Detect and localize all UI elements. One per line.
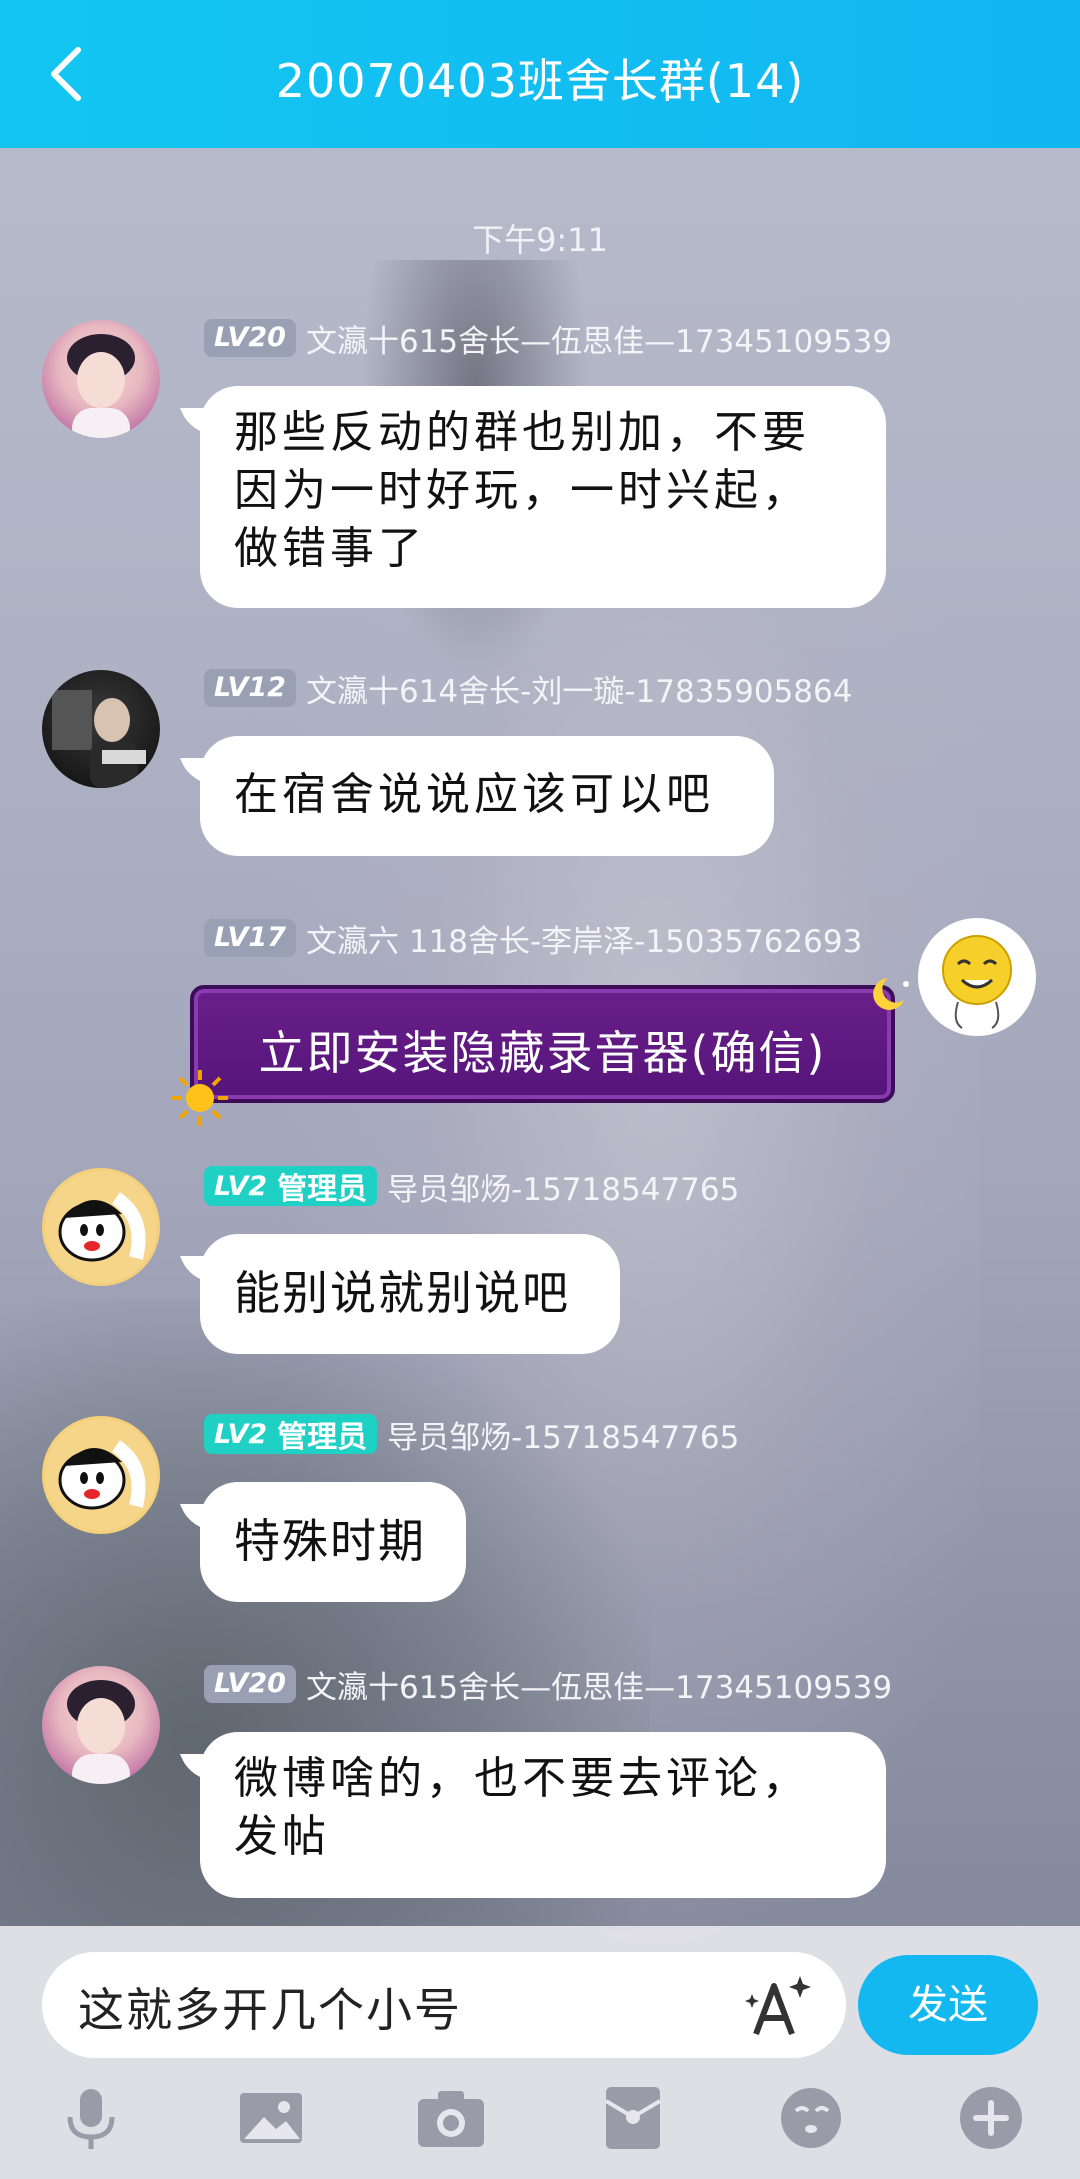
sender-name[interactable]: 文瀛六 118舍长-李岸泽-15035762693: [306, 916, 862, 961]
avatar[interactable]: [918, 918, 1036, 1036]
top-bar: 20070403班舍长群(14): [0, 0, 1080, 148]
message-bubble-special[interactable]: 立即安装隐藏录音器(确信): [190, 985, 895, 1103]
message-meta: LV20 文瀛十615舍长—伍思佳—17345109539: [204, 316, 892, 361]
message-bubble[interactable]: 在宿舍说说应该可以吧: [200, 736, 774, 856]
sender-name[interactable]: 导员邹炀-15718547765: [387, 1412, 739, 1457]
level-badge: LV17: [204, 919, 296, 957]
message-line: 在宿舍说说应该可以吧: [234, 769, 714, 820]
sender-name[interactable]: 文瀛十615舍长—伍思佳—17345109539: [306, 316, 892, 361]
message-meta: LV17 文瀛六 118舍长-李岸泽-15035762693: [204, 916, 862, 961]
avatar[interactable]: [42, 320, 160, 438]
message-input-text[interactable]: 这就多开几个小号: [78, 1974, 462, 2040]
message-timestamp: 下午9:11: [472, 221, 608, 259]
message-text: 能别说就别说吧: [234, 1266, 570, 1320]
font-style-icon[interactable]: [744, 1972, 814, 2042]
message-line: 微博啥的，也不要去评论，: [234, 1753, 810, 1804]
level-badge: LV20: [204, 319, 296, 357]
message-text: 立即安装隐藏录音器(确信): [258, 1026, 827, 1080]
level-badge: LV20: [204, 1665, 296, 1703]
message-bubble[interactable]: 特殊时期: [200, 1482, 466, 1602]
avatar[interactable]: [42, 1168, 160, 1286]
sender-name[interactable]: 导员邹炀-15718547765: [387, 1164, 739, 1209]
message-meta: LV12 文瀛十614舍长-刘一璇-17835905864: [204, 666, 853, 711]
message-meta: LV2 管理员 导员邹炀-15718547765: [204, 1412, 739, 1457]
avatar[interactable]: [42, 1416, 160, 1534]
avatar[interactable]: [42, 1666, 160, 1784]
sender-name[interactable]: 文瀛十614舍长-刘一璇-17835905864: [306, 666, 853, 711]
camera-icon[interactable]: [416, 2083, 486, 2153]
red-packet-icon[interactable]: [598, 2083, 668, 2153]
role-label: 管理员: [277, 1172, 368, 1207]
moon-icon: [873, 978, 909, 1010]
message-line: 做错事了: [234, 523, 426, 574]
message-meta: LV20 文瀛十615舍长—伍思佳—17345109539: [204, 1662, 892, 1707]
level-badge: LV2: [214, 1170, 268, 1202]
message-bubble[interactable]: 能别说就别说吧: [200, 1234, 620, 1354]
message-bubble[interactable]: 微博啥的，也不要去评论， 发帖: [200, 1732, 886, 1898]
message-line: 那些反动的群也别加，不要: [234, 407, 810, 458]
level-badge: LV12: [204, 669, 296, 707]
role-label: 管理员: [277, 1420, 368, 1455]
group-title[interactable]: 20070403班舍长群(14): [0, 45, 1080, 111]
message-bubble[interactable]: 那些反动的群也别加，不要 因为一时好玩，一时兴起， 做错事了: [200, 386, 886, 608]
sender-name[interactable]: 文瀛十615舍长—伍思佳—17345109539: [306, 1662, 892, 1707]
send-button[interactable]: 发送: [858, 1955, 1038, 2055]
sun-icon: [172, 1070, 228, 1126]
level-badge: LV2: [214, 1418, 268, 1450]
admin-badge: LV2 管理员: [204, 1166, 378, 1207]
message-line: 发帖: [234, 1811, 330, 1862]
admin-badge: LV2 管理员: [204, 1414, 378, 1455]
plus-icon[interactable]: [956, 2083, 1026, 2153]
microphone-icon[interactable]: [56, 2083, 126, 2153]
image-icon[interactable]: [236, 2083, 306, 2153]
message-text: 特殊时期: [234, 1514, 426, 1568]
avatar[interactable]: [42, 670, 160, 788]
message-meta: LV2 管理员 导员邹炀-15718547765: [204, 1164, 739, 1209]
message-line: 因为一时好玩，一时兴起，: [234, 465, 810, 516]
emoji-icon[interactable]: [776, 2083, 846, 2153]
